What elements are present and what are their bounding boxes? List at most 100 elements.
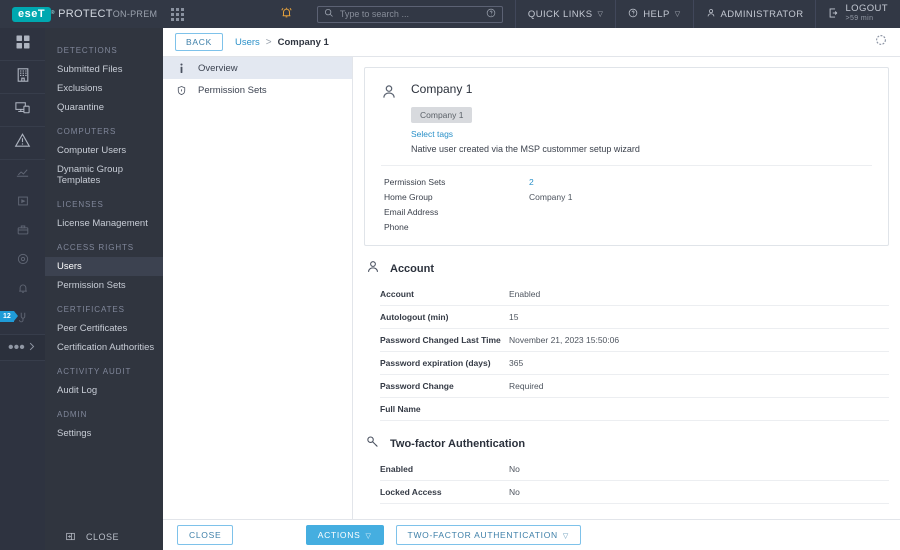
sidebar-group-title: DETECTIONS xyxy=(57,46,118,55)
rail-item-companies[interactable] xyxy=(0,61,45,94)
rail-more-button[interactable]: ••• xyxy=(0,334,45,361)
sidebar-group-title: COMPUTERS xyxy=(57,127,117,136)
row-value: Enabled xyxy=(509,289,541,299)
user-field-value: Company 1 xyxy=(529,192,573,202)
chevron-down-icon: ▽ xyxy=(674,11,681,18)
brand-area[interactable]: eseT ® PROTECTON-PREM xyxy=(0,6,157,22)
rail-item-computers[interactable] xyxy=(0,94,45,127)
search-icon xyxy=(324,8,334,21)
dashboard-icon xyxy=(15,34,31,55)
rail-item-policies[interactable] xyxy=(0,247,45,276)
shield-icon xyxy=(177,85,186,96)
row-key: Password expiration (days) xyxy=(380,358,491,368)
tasks-icon xyxy=(16,194,30,213)
help-label: HELP xyxy=(643,8,670,20)
sidebar-item-certification-authorities[interactable]: Certification Authorities xyxy=(45,338,163,357)
sidebar-item-license-management[interactable]: License Management xyxy=(45,214,163,233)
sidebar-group-title: LICENSES xyxy=(57,200,104,209)
chevron-right-icon xyxy=(26,339,37,357)
sidebar-item-submitted-files[interactable]: Submitted Files xyxy=(45,60,163,79)
sidebar-item-peer-certificates[interactable]: Peer Certificates xyxy=(45,319,163,338)
rail-item-installers[interactable] xyxy=(0,218,45,247)
actions-button[interactable]: ACTIONS ▽ xyxy=(305,525,384,545)
user-field: Phone xyxy=(381,220,872,235)
account-row: Password expiration (days) 365 xyxy=(380,352,889,375)
user-field: Email Address xyxy=(381,205,872,220)
sidebar-group-title: ADMIN xyxy=(57,410,88,419)
back-button[interactable]: BACK xyxy=(175,33,223,51)
sidebar-item-computer-users[interactable]: Computer Users xyxy=(45,141,163,160)
row-value: Required xyxy=(509,381,544,391)
sidebar-item-permission-sets[interactable]: Permission Sets xyxy=(45,276,163,295)
sidebar-group-title: ACCESS RIGHTS xyxy=(57,243,135,252)
row-key: Password Change xyxy=(380,381,454,391)
detail-pane: Company 1 Company 1 Select tags Native u… xyxy=(353,57,900,519)
reports-icon xyxy=(15,165,30,185)
twofactor-section-title: Two-factor Authentication xyxy=(390,437,526,450)
row-value: November 21, 2023 15:50:06 xyxy=(509,335,620,345)
rail-item-tasks[interactable] xyxy=(0,189,45,218)
rail-item-notifications[interactable] xyxy=(0,276,45,305)
twofactor-row-list: Enabled No Locked Access No xyxy=(364,458,889,504)
breadcrumb-users-link[interactable]: Users xyxy=(235,37,260,48)
sidebar-item-settings[interactable]: Settings xyxy=(45,424,163,443)
collapse-panel-icon xyxy=(65,531,76,544)
sidebar-item-quarantine[interactable]: Quarantine xyxy=(45,98,163,117)
notification-bell-button[interactable] xyxy=(268,0,305,28)
row-value: No xyxy=(509,487,520,497)
rail-item-status-overview[interactable]: 12 xyxy=(0,305,45,334)
sidebar-item-audit-log[interactable]: Audit Log xyxy=(45,381,163,400)
key-icon xyxy=(366,435,380,452)
rail-item-detections[interactable] xyxy=(0,127,45,160)
rail-item-dashboard[interactable] xyxy=(0,28,45,61)
apps-grid-icon[interactable] xyxy=(171,7,185,21)
twofactor-section-header: Two-factor Authentication xyxy=(366,435,889,452)
eset-protect-app: eseT ® PROTECTON-PREM Type to search ...… xyxy=(0,0,900,550)
help-menu[interactable]: HELP ▽ xyxy=(615,0,692,28)
select-tags-link[interactable]: Select tags xyxy=(411,129,872,139)
close-button[interactable]: CLOSE xyxy=(177,525,234,545)
row-key: Autologout (min) xyxy=(380,312,449,322)
sidebar-group-title: ACTIVITY AUDIT xyxy=(57,367,132,376)
sidebar-collapse-button[interactable]: CLOSE xyxy=(45,524,163,550)
account-row: Account Enabled xyxy=(380,283,889,306)
sidebar-item-dynamic-group-templates[interactable]: Dynamic Group Templates xyxy=(45,160,163,190)
administrator-menu[interactable]: ADMINISTRATOR xyxy=(692,0,816,28)
tab-overview[interactable]: Overview xyxy=(163,57,352,79)
quick-links-label: QUICK LINKS xyxy=(527,8,593,20)
rail-item-reports[interactable] xyxy=(0,160,45,189)
account-section-header: Account xyxy=(366,260,889,277)
person-icon xyxy=(706,8,716,21)
session-timer: >59 min xyxy=(845,15,874,22)
tab-permission-sets[interactable]: Permission Sets xyxy=(163,79,352,101)
sidebar-item-users[interactable]: Users xyxy=(45,257,163,276)
user-name: Company 1 xyxy=(411,82,473,96)
account-row-list: Account Enabled Autologout (min) 15 Password… xyxy=(364,283,889,421)
actions-label: ACTIONS xyxy=(317,530,361,540)
installers-icon xyxy=(16,223,30,242)
quick-links-menu[interactable]: QUICK LINKS ▽ xyxy=(514,0,615,28)
card-divider xyxy=(381,165,872,166)
notifications-icon xyxy=(16,281,30,300)
two-factor-authentication-button[interactable]: TWO-FACTOR AUTHENTICATION ▽ xyxy=(395,525,581,545)
logout-text-block: LOGOUT >59 min xyxy=(845,4,888,24)
logout-button[interactable]: LOGOUT >59 min xyxy=(815,0,900,28)
refresh-icon[interactable] xyxy=(874,33,888,52)
question-circle-icon[interactable] xyxy=(486,8,496,21)
navigation-groups: DETECTIONS Submitted Files Exclusions Quara… xyxy=(45,28,163,524)
footer-actions: ACTIONS ▽ TWO-FACTOR AUTHENTICATION ▽ xyxy=(305,525,581,545)
search-input[interactable] xyxy=(339,9,480,19)
sidebar-group-title: CERTIFICATES xyxy=(57,305,125,314)
row-value: 15 xyxy=(509,312,519,322)
user-field-list: Permission Sets 2 Home Group Company 1 Email… xyxy=(381,175,872,235)
account-row: Password Changed Last Time November 21, 2… xyxy=(380,329,889,352)
tag-chip[interactable]: Company 1 xyxy=(411,107,473,123)
sidebar-collapse-label: CLOSE xyxy=(86,532,120,542)
search-box[interactable] xyxy=(316,5,503,23)
row-key: Password Changed Last Time xyxy=(380,335,501,345)
breadcrumb-current: Company 1 xyxy=(277,36,329,48)
rail-more-label: ••• xyxy=(8,338,25,356)
action-footer: CLOSE ACTIONS ▽ TWO-FACTOR AUTHENTICATION… xyxy=(163,519,900,550)
user-field-value[interactable]: 2 xyxy=(529,175,534,190)
sidebar-item-exclusions[interactable]: Exclusions xyxy=(45,79,163,98)
